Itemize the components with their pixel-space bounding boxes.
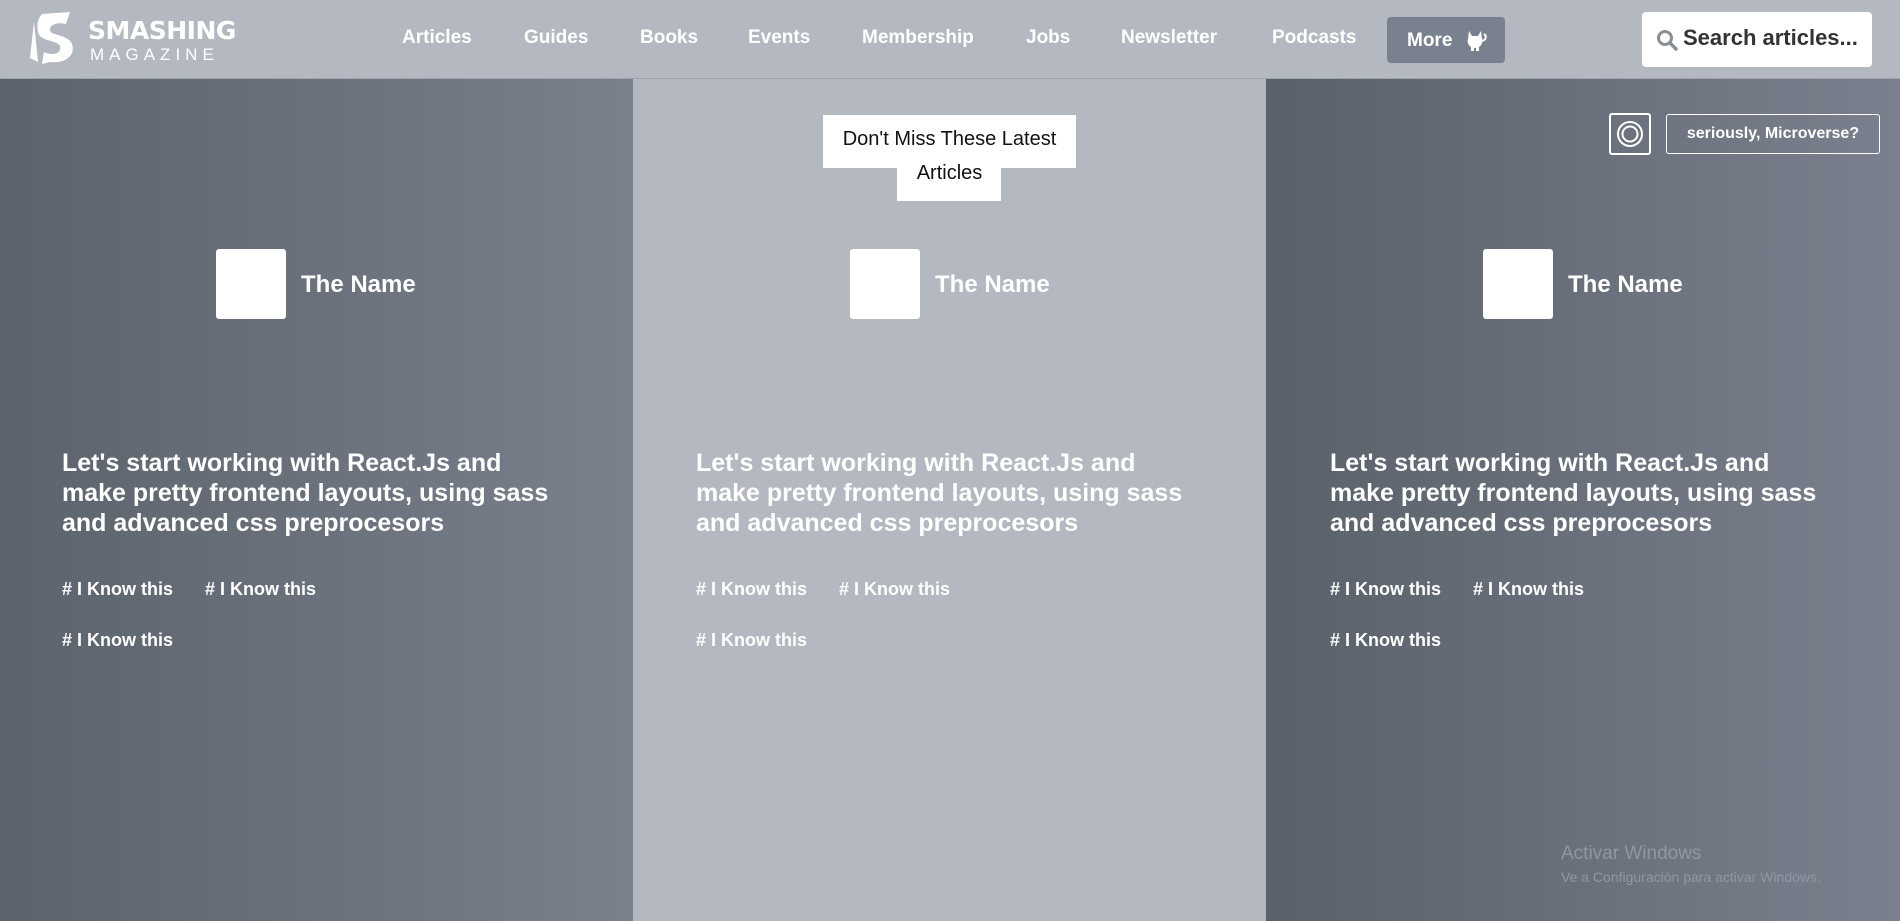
target-button[interactable] (1609, 113, 1651, 155)
tag[interactable]: # I Know this (1330, 579, 1441, 600)
section-heading-line2: Articles (916, 162, 983, 184)
windows-activation-title: Activar Windows (1561, 843, 1702, 864)
site-header: SMASHING MAGAZINE Articles Guides Books … (0, 0, 1900, 79)
nav-jobs[interactable]: Jobs (1026, 27, 1070, 49)
avatar (216, 249, 286, 319)
logo-text-magazine: MAGAZINE (90, 45, 219, 64)
tag[interactable]: # I Know this (1330, 630, 1441, 651)
article-card-1: The Name Let's start working with React.… (0, 79, 634, 921)
nav-articles[interactable]: Articles (402, 27, 472, 49)
author-name: The Name (1568, 271, 1683, 298)
article-card-3: The Name Let's start working with React.… (1266, 79, 1900, 921)
nav-podcasts[interactable]: Podcasts (1272, 27, 1356, 49)
nav-events[interactable]: Events (748, 27, 810, 49)
nav-guides[interactable]: Guides (524, 27, 588, 49)
author-name: The Name (301, 271, 416, 298)
logo-text-smashing: SMASHING (88, 16, 236, 45)
more-button[interactable]: More (1387, 17, 1505, 63)
nav-membership[interactable]: Membership (862, 27, 974, 49)
avatar (850, 249, 920, 319)
nav-newsletter[interactable]: Newsletter (1121, 27, 1217, 49)
smashing-logo[interactable]: SMASHING MAGAZINE (28, 12, 236, 64)
article-card-2: The Name Let's start working with React.… (633, 79, 1266, 921)
tag[interactable]: # I Know this (696, 630, 807, 651)
article-title[interactable]: Let's start working with React.Js and ma… (62, 448, 572, 538)
search-icon (1657, 30, 1678, 51)
cat-icon (1467, 31, 1487, 51)
nav-books[interactable]: Books (640, 27, 698, 49)
tag[interactable]: # I Know this (696, 579, 807, 600)
avatar (1483, 249, 1553, 319)
smashing-cat-logo-icon (30, 12, 73, 64)
tag[interactable]: # I Know this (62, 579, 173, 600)
article-title[interactable]: Let's start working with React.Js and ma… (696, 448, 1206, 538)
article-title[interactable]: Let's start working with React.Js and ma… (1330, 448, 1840, 538)
author-name: The Name (935, 271, 1050, 298)
tag[interactable]: # I Know this (62, 630, 173, 651)
section-heading: Don't Miss These Latest Articles (823, 122, 1076, 190)
tag[interactable]: # I Know this (1473, 579, 1584, 600)
more-button-label: More (1407, 30, 1453, 51)
target-icon (1617, 121, 1643, 147)
tag[interactable]: # I Know this (839, 579, 950, 600)
microverse-button[interactable]: seriously, Microverse? (1666, 114, 1880, 154)
windows-activation-subtitle: Ve a Configuración para activar Windows. (1561, 869, 1821, 885)
search-placeholder: Search articles... (1683, 25, 1858, 50)
search-input[interactable]: Search articles... (1642, 12, 1872, 67)
tag[interactable]: # I Know this (205, 579, 316, 600)
section-heading-line1: Don't Miss These Latest (842, 128, 1057, 150)
